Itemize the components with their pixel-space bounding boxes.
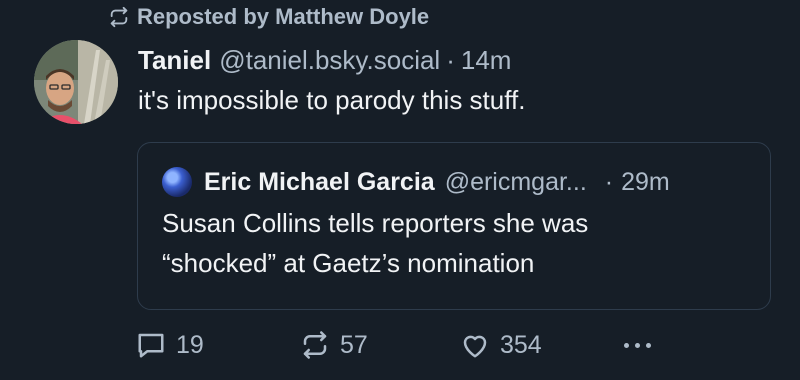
quote-header: Eric Michael Garcia @ericmgar... · 29m xyxy=(162,165,746,199)
avatar-image xyxy=(34,40,118,124)
quote-author-name: Eric Michael Garcia xyxy=(204,168,435,196)
repost-count: 57 xyxy=(340,330,368,359)
repost-button[interactable]: 57 xyxy=(300,330,460,360)
more-options-button[interactable] xyxy=(624,342,651,348)
post-header: Taniel @taniel.bsky.social · 14m xyxy=(138,42,772,78)
author-avatar[interactable] xyxy=(34,40,118,124)
repost-icon xyxy=(110,6,128,28)
author-name[interactable]: Taniel xyxy=(138,42,211,78)
reply-icon xyxy=(138,333,164,358)
reply-count: 19 xyxy=(176,330,204,359)
quoted-post-card[interactable]: Eric Michael Garcia @ericmgar... · 29m S… xyxy=(137,142,771,310)
quote-text-line: “shocked” at Gaetz’s nomination xyxy=(162,248,535,278)
author-handle[interactable]: @taniel.bsky.social xyxy=(219,42,440,78)
quote-text: Susan Collins tells reporters she was “s… xyxy=(162,203,746,283)
like-button[interactable]: 354 xyxy=(460,330,620,360)
quote-timestamp: 29m xyxy=(621,168,670,196)
post-timestamp[interactable]: 14m xyxy=(461,42,512,78)
post-actions: 19 57 354 xyxy=(136,330,651,360)
reply-button[interactable]: 19 xyxy=(136,330,300,360)
more-dot xyxy=(635,342,640,348)
post-text: it's impossible to parody this stuff. xyxy=(138,85,526,115)
reposted-by-label: Reposted by Matthew Doyle xyxy=(137,4,430,29)
reposted-by-line[interactable]: Reposted by Matthew Doyle xyxy=(108,4,429,30)
repost-icon xyxy=(303,331,327,359)
more-dot xyxy=(624,342,629,348)
like-count: 354 xyxy=(500,330,542,359)
quote-text-line: Susan Collins tells reporters she was xyxy=(162,208,589,238)
more-dot xyxy=(646,342,651,348)
heart-icon xyxy=(463,335,487,358)
header-separator: · xyxy=(446,45,455,75)
post-body[interactable]: Taniel @taniel.bsky.social · 14m it's im… xyxy=(138,42,772,118)
quote-author-handle: @ericmgar... xyxy=(444,168,587,196)
quote-author-avatar[interactable] xyxy=(162,167,192,197)
quote-separator: · xyxy=(604,168,614,196)
